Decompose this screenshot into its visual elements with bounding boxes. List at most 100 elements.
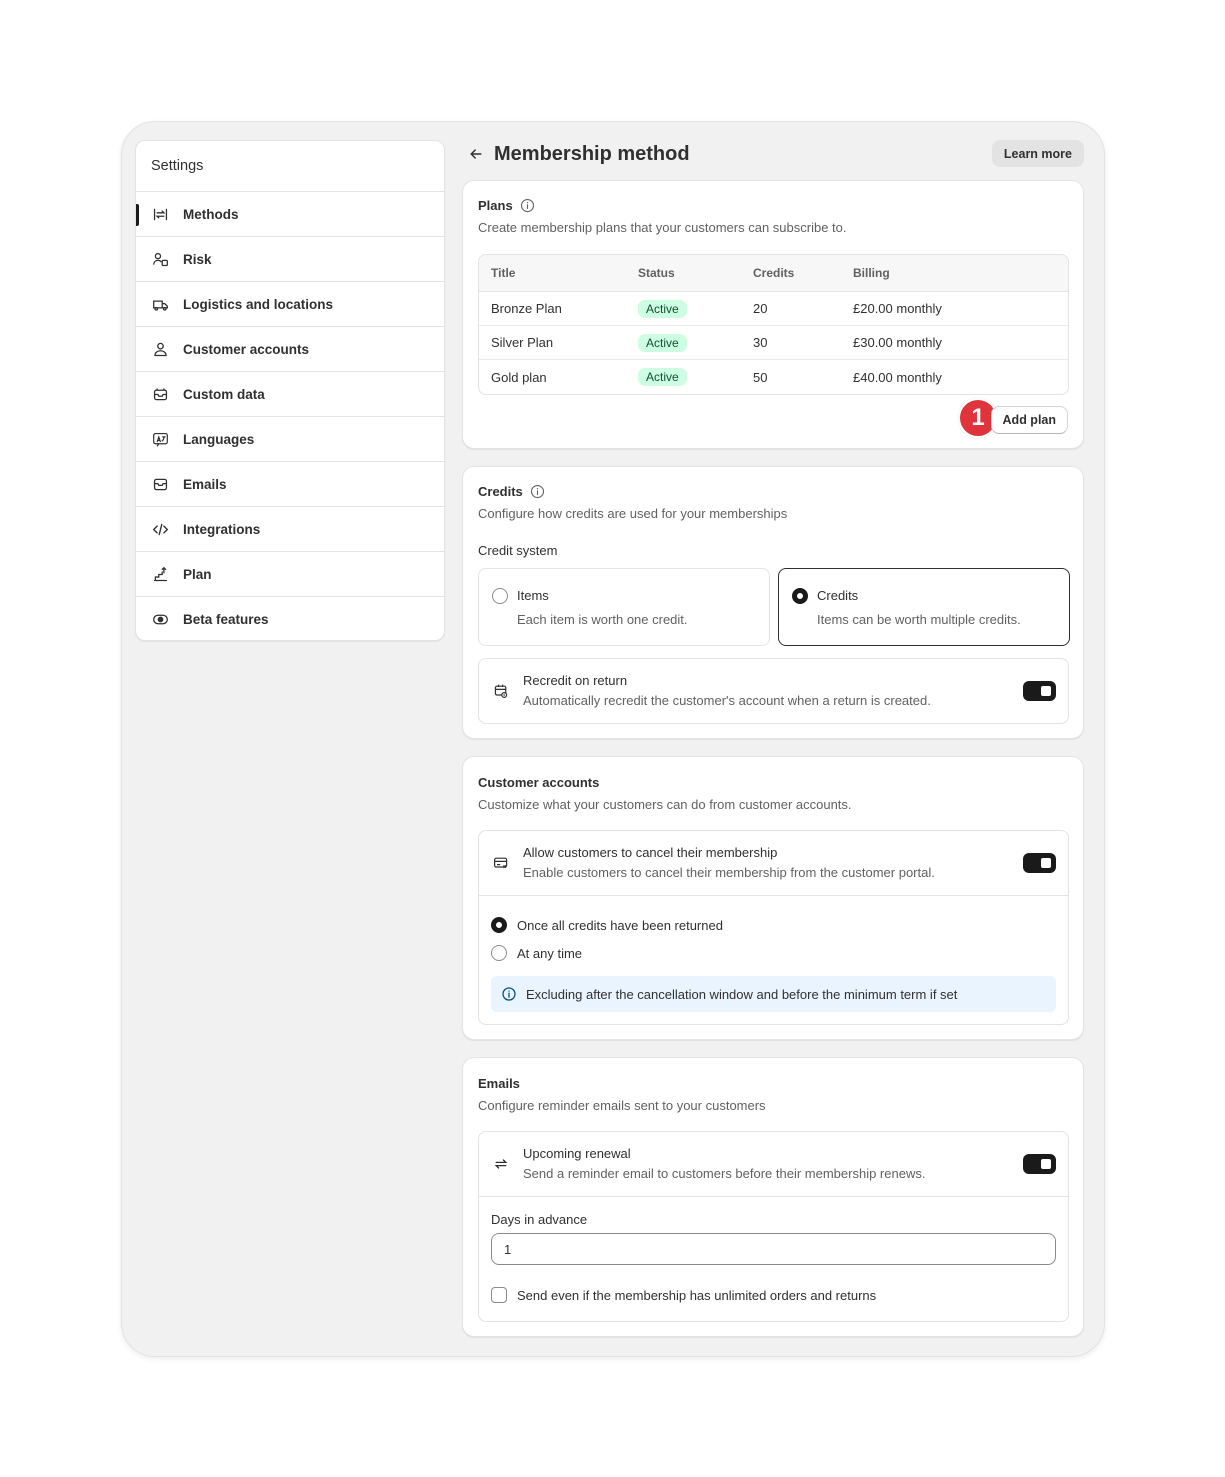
- plan-billing-cell: £40.00 monthly: [853, 369, 942, 385]
- emails-subtitle: Configure reminder emails sent to your c…: [478, 1098, 766, 1113]
- page-title: Membership method: [494, 142, 690, 165]
- emails-card: Emails Configure reminder emails sent to…: [462, 1057, 1084, 1337]
- sidebar-item-label: Customer accounts: [183, 341, 310, 357]
- credits-heading: Credits: [478, 484, 1068, 499]
- sidebar-item-label: Beta features: [183, 612, 269, 627]
- divider: [479, 895, 1068, 896]
- table-row[interactable]: Gold plan Active 50 £40.00 monthly: [479, 360, 1068, 394]
- info-icon[interactable]: [520, 198, 535, 213]
- column-header-status[interactable]: Status: [638, 266, 753, 280]
- checkbox-label: Send even if the membership has unlimite…: [517, 1287, 877, 1303]
- plan-billing-cell: £20.00 monthly: [853, 301, 942, 316]
- renewal-description: Send a reminder email to customers befor…: [523, 1166, 926, 1181]
- cancel-option-any-time[interactable]: At any time: [491, 945, 582, 961]
- plans-subtitle: Create membership plans that your custom…: [478, 220, 847, 235]
- sidebar-item-emails[interactable]: Emails: [136, 462, 444, 507]
- back-arrow-icon[interactable]: [464, 142, 488, 166]
- info-circle-icon: [501, 986, 517, 1002]
- methods-icon: [152, 206, 169, 223]
- plan-title-cell: Silver Plan: [491, 335, 554, 350]
- add-plan-button[interactable]: Add plan: [990, 406, 1068, 434]
- radio-button[interactable]: [491, 945, 507, 961]
- sidebar-item-languages[interactable]: Languages: [136, 417, 444, 462]
- customer-accounts-title: Customer accounts: [478, 775, 600, 790]
- sidebar-item-customer-accounts[interactable]: Customer accounts: [136, 327, 444, 372]
- table-row[interactable]: Bronze Plan Active 20 £20.00 monthly: [479, 292, 1068, 326]
- language-icon: [152, 431, 169, 448]
- sidebar-item-label: Emails: [183, 476, 227, 492]
- plans-title: Plans: [478, 198, 513, 213]
- radio-button[interactable]: [491, 917, 507, 933]
- days-in-advance-label: Days in advance: [491, 1212, 588, 1227]
- email-icon: [152, 476, 169, 493]
- plan-credits-cell: 20: [753, 301, 768, 316]
- plan-title-cell: Bronze Plan: [491, 301, 562, 316]
- renewal-toggle[interactable]: [1023, 1154, 1056, 1174]
- plan-credits-cell: 30: [753, 335, 768, 350]
- table-row[interactable]: Silver Plan Active 30 £30.00 monthly: [479, 326, 1068, 360]
- sidebar-item-label: Plan: [183, 566, 212, 582]
- cancel-membership-title: Allow customers to cancel their membersh…: [523, 845, 778, 860]
- customer-accounts-subtitle: Customize what your customers can do fro…: [478, 797, 852, 812]
- option-label: Credits: [817, 588, 859, 603]
- sidebar-item-plan[interactable]: Plan: [136, 552, 444, 597]
- credit-option-items[interactable]: Items Each item is worth one credit.: [478, 568, 770, 646]
- customer-accounts-card: Customer accounts Customize what your cu…: [462, 756, 1084, 1040]
- upcoming-renewal-box: Upcoming renewal Send a reminder email t…: [478, 1131, 1069, 1322]
- sidebar-item-label: Methods: [183, 206, 239, 222]
- sidebar-item-custom-data[interactable]: Custom data: [136, 372, 444, 417]
- plans-table: Title Status Credits Billing Bronze Plan…: [478, 254, 1069, 395]
- settings-sidebar: Settings Methods Risk Logistics and loca…: [135, 140, 445, 641]
- info-notice: Excluding after the cancellation window …: [491, 976, 1056, 1012]
- info-icon[interactable]: [530, 484, 545, 499]
- credits-title: Credits: [478, 484, 523, 499]
- recredit-row: Recredit on return Automatically recredi…: [478, 658, 1069, 724]
- sidebar-item-integrations[interactable]: Integrations: [136, 507, 444, 552]
- column-header-billing[interactable]: Billing: [853, 266, 1068, 280]
- notice-text: Excluding after the cancellation window …: [526, 986, 958, 1002]
- status-badge: Active: [638, 368, 687, 386]
- sidebar-item-beta-features[interactable]: Beta features: [136, 597, 444, 640]
- option-label: Items: [517, 588, 549, 603]
- checkbox[interactable]: [491, 1287, 507, 1303]
- person-icon: [152, 341, 169, 358]
- table-header: Title Status Credits Billing: [479, 255, 1068, 292]
- option-label: Once all credits have been returned: [517, 917, 723, 933]
- unlimited-checkbox-row[interactable]: Send even if the membership has unlimite…: [491, 1287, 876, 1303]
- column-header-title[interactable]: Title: [479, 266, 638, 280]
- sidebar-item-methods[interactable]: Methods: [136, 192, 444, 237]
- column-header-credits[interactable]: Credits: [753, 266, 853, 280]
- credits-subtitle: Configure how credits are used for your …: [478, 506, 788, 521]
- days-in-advance-input[interactable]: [491, 1233, 1056, 1265]
- sidebar-item-label: Logistics and locations: [183, 296, 334, 312]
- plans-card: Plans Create membership plans that your …: [462, 180, 1084, 449]
- emails-title: Emails: [478, 1076, 520, 1091]
- sidebar-item-risk[interactable]: Risk: [136, 237, 444, 282]
- plans-heading: Plans: [478, 198, 1068, 213]
- sidebar-item-label: Integrations: [183, 521, 261, 537]
- status-cell: Active: [638, 368, 753, 386]
- learn-more-button[interactable]: Learn more: [991, 140, 1084, 167]
- sidebar-item-label: Custom data: [183, 386, 265, 402]
- page-header: Membership method Learn more: [462, 140, 1084, 168]
- plan-credits-cell: 50: [753, 369, 768, 385]
- recredit-icon: [493, 683, 511, 701]
- sidebar-item-logistics[interactable]: Logistics and locations: [136, 282, 444, 327]
- cancel-membership-toggle[interactable]: [1023, 853, 1056, 873]
- risk-icon: [152, 251, 169, 268]
- cancel-option-credits-returned[interactable]: Once all credits have been returned: [491, 917, 723, 933]
- radio-button[interactable]: [792, 588, 808, 604]
- divider: [479, 1196, 1068, 1197]
- status-badge: Active: [638, 333, 687, 352]
- credit-option-credits[interactable]: Credits Items can be worth multiple cred…: [778, 568, 1070, 646]
- renewal-title: Upcoming renewal: [523, 1146, 631, 1161]
- recredit-toggle[interactable]: [1023, 681, 1056, 701]
- truck-icon: [152, 296, 169, 313]
- code-icon: [152, 521, 169, 538]
- cancel-membership-box: Allow customers to cancel their membersh…: [478, 830, 1069, 1025]
- credit-system-label: Credit system: [478, 543, 558, 558]
- radio-button[interactable]: [492, 588, 508, 604]
- plan-icon: [152, 566, 169, 583]
- inbox-icon: [152, 386, 169, 403]
- option-description: Items can be worth multiple credits.: [817, 612, 1021, 627]
